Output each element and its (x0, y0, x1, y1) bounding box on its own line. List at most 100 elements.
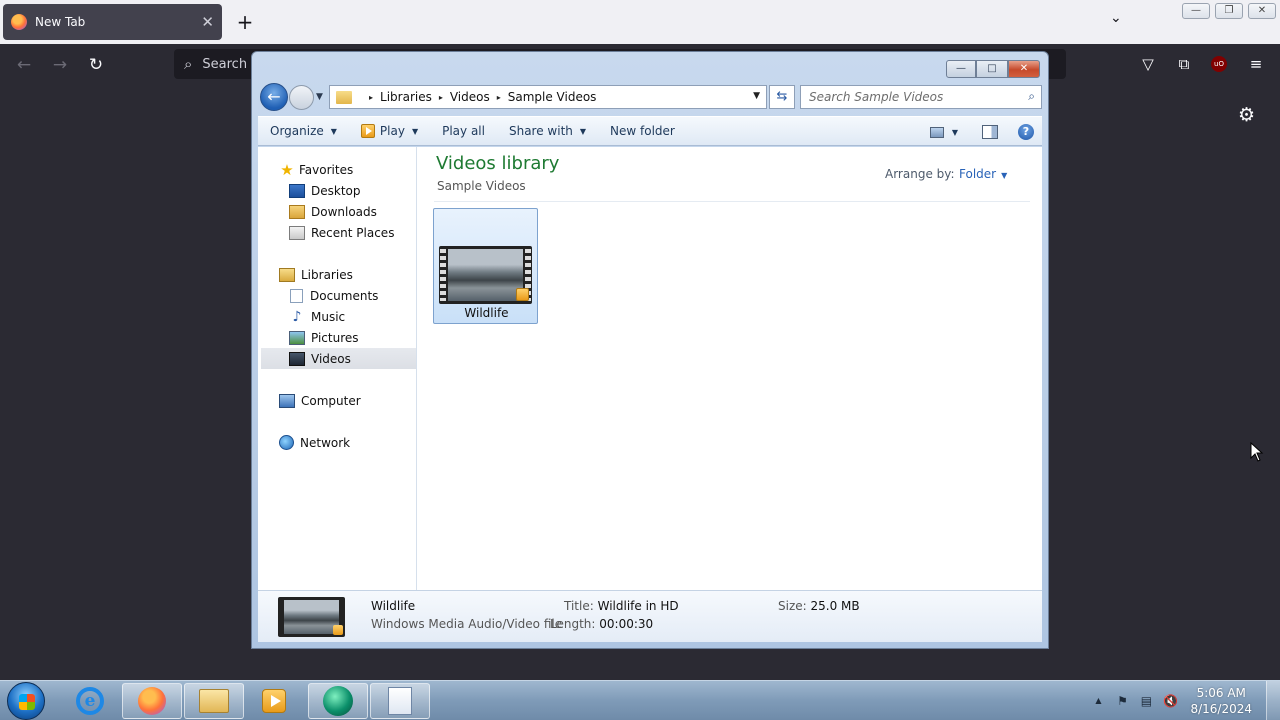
recent-places-icon (289, 225, 305, 240)
explorer-body: ★ Favorites Desktop Downloads Recent Pla… (258, 147, 1042, 590)
breadcrumb-separator-icon[interactable]: ▸ (369, 93, 373, 102)
url-bar-placeholder: Search (202, 56, 248, 72)
view-options-chevron-down-icon[interactable]: ▼ (952, 128, 958, 137)
globe-app-icon (323, 686, 353, 716)
nav-item-favorites[interactable]: ★ Favorites (258, 159, 416, 180)
nav-item-computer[interactable]: Computer (258, 390, 416, 411)
back-arrow-icon[interactable]: ← (12, 53, 36, 77)
nav-item-documents[interactable]: Documents (258, 285, 416, 306)
explorer-close-button[interactable]: ✕ (1008, 60, 1040, 78)
arrange-by-dropdown[interactable]: Folder ▼ (959, 167, 1007, 181)
search-input[interactable] (809, 90, 1009, 104)
nav-item-videos[interactable]: Videos (261, 348, 416, 369)
nav-item-libraries[interactable]: Libraries (258, 264, 416, 285)
new-folder-label: New folder (610, 124, 675, 138)
list-all-tabs-icon[interactable]: ⌄ (1110, 10, 1122, 26)
firefox-icon (138, 687, 166, 715)
nav-item-label: Computer (301, 393, 361, 408)
action-center-flag-icon[interactable]: ⚑ (1114, 694, 1130, 708)
start-button[interactable] (7, 682, 45, 720)
explorer-forward-button[interactable] (289, 85, 314, 110)
video-frame-image (284, 600, 339, 634)
view-controls: ▼ ? (929, 117, 1034, 147)
film-strip-decoration (440, 249, 446, 301)
pocket-icon[interactable]: ▽ (1137, 53, 1159, 75)
explorer-maximize-button[interactable]: □ (976, 60, 1008, 78)
documents-icon (290, 288, 303, 303)
details-title-value[interactable]: Wildlife in HD (598, 599, 679, 613)
nav-item-label: Music (311, 309, 346, 324)
show-hidden-icons-icon[interactable]: ▲ (1090, 694, 1106, 708)
search-icon[interactable]: ⌕ (1028, 89, 1035, 104)
browser-restore-button[interactable]: ❐ (1215, 3, 1243, 19)
tab-new-tab[interactable]: New Tab ✕ (3, 4, 222, 40)
new-folder-button[interactable]: New folder (598, 116, 687, 146)
nav-item-desktop[interactable]: Desktop (258, 180, 416, 201)
search-box[interactable]: ⌕ (800, 85, 1042, 109)
breadcrumb-separator-icon[interactable]: ▸ (439, 93, 443, 102)
clock[interactable]: 5:06 AM 8/16/2024 (1190, 685, 1252, 717)
extensions-icon[interactable]: ⧉ (1173, 53, 1195, 75)
browser-minimize-button[interactable]: — (1182, 3, 1210, 19)
network-icon[interactable]: ▤ (1138, 694, 1154, 708)
volume-muted-icon[interactable]: 🔇 (1162, 694, 1178, 708)
pictures-icon (289, 330, 305, 345)
chevron-down-icon: ▼ (579, 126, 587, 136)
arrange-by-value: Folder (959, 167, 997, 181)
taskbar-document-app[interactable] (370, 683, 430, 719)
nav-item-downloads[interactable]: Downloads (258, 201, 416, 222)
file-name: Wildlife (464, 306, 509, 320)
breadcrumb-sample-videos[interactable]: Sample Videos (508, 90, 597, 104)
explorer-back-button[interactable]: ← (260, 83, 288, 111)
ublock-origin-icon[interactable]: uO (1211, 56, 1227, 72)
help-icon[interactable]: ? (1018, 124, 1034, 140)
new-tab-button[interactable]: + (233, 8, 257, 36)
details-title-label: Title: (564, 599, 594, 613)
clock-date: 8/16/2024 (1190, 702, 1252, 716)
breadcrumb-separator-icon[interactable]: ▸ (497, 93, 501, 102)
taskbar-globe-app[interactable] (308, 683, 368, 719)
address-dropdown-icon[interactable]: ▼ (753, 91, 760, 101)
forward-arrow-icon[interactable]: → (48, 53, 72, 77)
details-length-label: Length: (550, 617, 596, 631)
recent-pages-dropdown-icon[interactable]: ▼ (316, 92, 323, 102)
nav-item-pictures[interactable]: Pictures (258, 327, 416, 348)
new-tab-settings-gear-icon[interactable]: ⚙ (1238, 104, 1255, 126)
app-menu-icon[interactable]: ≡ (1245, 53, 1267, 75)
show-desktop-button[interactable] (1266, 681, 1280, 720)
content-divider (434, 201, 1030, 202)
taskbar-internet-explorer[interactable]: e (60, 683, 120, 719)
explorer-minimize-button[interactable]: — (946, 60, 976, 78)
taskbar-windows-explorer[interactable] (184, 683, 244, 719)
reload-icon[interactable]: ↻ (84, 53, 108, 77)
nav-item-music[interactable]: ♪ Music (258, 306, 416, 327)
details-length-value: 00:00:30 (599, 617, 654, 631)
desktop-icon (289, 183, 305, 198)
organize-button[interactable]: Organize ▼ (258, 116, 349, 146)
share-with-button[interactable]: Share with ▼ (497, 116, 598, 146)
tab-title: New Tab (35, 15, 86, 29)
browser-tab-bar: New Tab ✕ + ⌄ — ❐ ✕ (0, 0, 1280, 44)
change-view-icon[interactable] (929, 126, 944, 138)
details-title-row: Title: Wildlife in HD (564, 599, 679, 613)
arrange-by-label: Arrange by: (885, 167, 955, 181)
libraries-icon (279, 267, 295, 282)
nav-item-network[interactable]: Network (258, 432, 416, 453)
play-button[interactable]: Play ▼ (349, 116, 430, 146)
file-item-wildlife[interactable]: Wildlife (433, 208, 538, 324)
refresh-icon[interactable]: ⇆ (769, 85, 795, 109)
play-all-button[interactable]: Play all (430, 116, 497, 146)
taskbar-firefox[interactable] (122, 683, 182, 719)
share-with-label: Share with (508, 124, 573, 138)
network-globe-icon (279, 435, 294, 450)
tab-close-icon[interactable]: ✕ (201, 13, 214, 31)
breadcrumb-libraries[interactable]: Libraries (380, 90, 432, 104)
taskbar-media-player[interactable] (244, 683, 304, 719)
browser-close-button[interactable]: ✕ (1248, 3, 1276, 19)
address-bar[interactable]: ▸ Libraries ▸ Videos ▸ Sample Videos ▼ (329, 85, 767, 109)
preview-pane-icon[interactable] (982, 125, 998, 139)
nav-item-label: Downloads (311, 204, 377, 219)
breadcrumb-videos[interactable]: Videos (450, 90, 490, 104)
nav-item-recent-places[interactable]: Recent Places (258, 222, 416, 243)
